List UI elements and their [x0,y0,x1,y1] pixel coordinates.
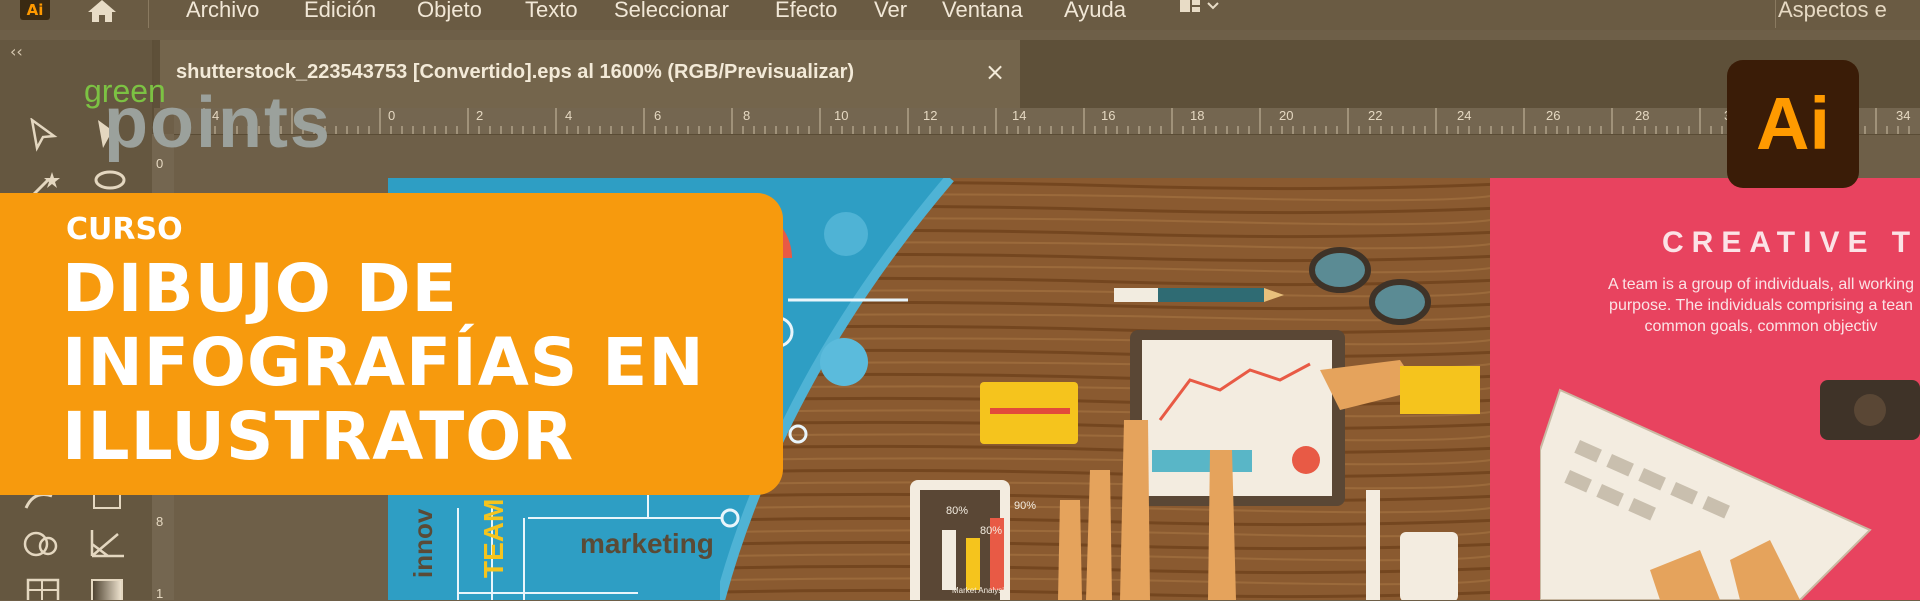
menu-seleccionar[interactable]: Seleccionar [614,0,729,23]
banner-title-line-3: ILLUSTRATOR [62,398,575,475]
illustrator-logo-icon: Ai [1727,60,1859,188]
menu-ventana[interactable]: Ventana [942,0,1023,23]
percent-label-2: 80% [980,525,1003,537]
menu-objeto[interactable]: Objeto [417,0,482,23]
percent-label-3: 90% [1014,500,1037,512]
ruler-label: 16 [1101,108,1116,123]
ruler-label: 10 [834,108,849,123]
menu-archivo[interactable]: Archivo [186,0,259,23]
workspace-menu[interactable]: Aspectos e [1778,0,1887,23]
close-tab-icon[interactable]: × [985,58,1005,86]
ruler-label: 1 [156,586,164,601]
gradient-tool-icon[interactable] [90,578,128,600]
ruler-label: 18 [1190,108,1205,123]
ruler-label: 4 [565,108,573,123]
ruler-label: 2 [476,108,484,123]
team-label: TEAM [478,498,509,578]
selection-tool-icon[interactable] [28,118,60,152]
tablet-caption: Market Analysis [952,586,1009,595]
innov-label: innov [408,508,438,578]
ruler-label: 8 [156,514,164,529]
collapse-panel-icon[interactable]: ‹‹ [10,42,23,61]
menu-texto[interactable]: Texto [525,0,578,23]
ruler-label: 22 [1368,108,1383,123]
marketing-label: marketing [580,528,714,559]
menu-divider [1775,0,1776,28]
creative-paragraph: A team is a group of individuals, all wo… [1608,276,1914,335]
shape-builder-tool-icon[interactable] [22,528,64,562]
app-logo-icon[interactable]: Ai [20,0,50,20]
menu-ver[interactable]: Ver [874,0,907,23]
ruler-label: 34 [1896,108,1911,123]
percent-label-1: 80% [946,505,969,517]
perspective-grid-tool-icon[interactable] [88,526,128,560]
ruler-label: 26 [1546,108,1561,123]
workspace-switcher-icon[interactable] [1180,0,1220,14]
ruler-label: 20 [1279,108,1294,123]
greenpoints-logo-bottom: points [104,83,332,163]
banner-title-line-2: INFOGRAFÍAS EN [62,324,705,401]
menu-efecto[interactable]: Efecto [775,0,837,23]
document-tab-title[interactable]: shutterstock_223543753 [Convertido].eps … [176,61,854,84]
ruler-label: 6 [654,108,662,123]
desk-objects-illustration [910,247,1480,600]
ruler-label: 24 [1457,108,1472,123]
menu-ayuda[interactable]: Ayuda [1064,0,1126,23]
mesh-tool-icon[interactable] [24,578,64,600]
ruler-label: 28 [1635,108,1650,123]
creative-heading: CREATIVE T [1662,226,1919,259]
home-icon[interactable] [84,0,120,22]
ruler-label: 0 [388,108,396,123]
ruler-ticks [203,108,1910,134]
ruler-label: 12 [923,108,938,123]
ruler-label: 8 [743,108,751,123]
ruler-label: 14 [1012,108,1027,123]
menu-divider [148,0,149,28]
laptop-illustration [1540,380,1920,600]
horizontal-ruler[interactable]: 4 0 2 4 6 8 10 12 14 16 18 20 22 24 26 2… [174,108,1920,135]
menu-edicion[interactable]: Edición [304,0,376,23]
banner-kicker: CURSO [66,212,183,247]
banner-title-line-1: DIBUJO DE [62,250,458,327]
